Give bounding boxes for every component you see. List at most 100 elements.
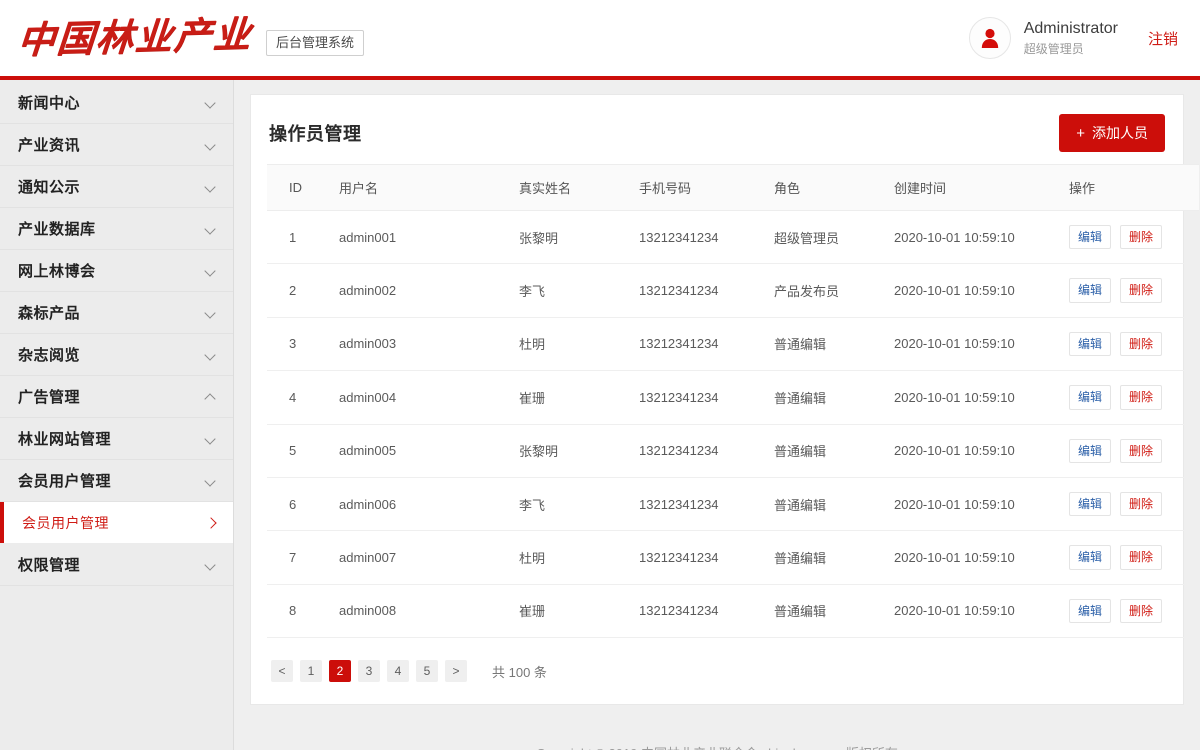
cell-phone: 13212341234 — [639, 424, 774, 478]
sidebar-item-news-center[interactable]: 新闻中心 — [0, 82, 233, 124]
sidebar-item-forestry-site-management[interactable]: 林业网站管理 — [0, 418, 233, 460]
cell-created: 2020-10-01 10:59:10 — [894, 424, 1069, 478]
delete-button[interactable]: 删除 — [1120, 225, 1163, 250]
sidebar-item-label: 新闻中心 — [18, 95, 81, 112]
sidebar-item-label: 会员用户管理 — [22, 514, 109, 531]
edit-button[interactable]: 编辑 — [1069, 331, 1112, 357]
column-header-realname: 真实姓名 — [519, 164, 639, 211]
sidebar-item-industry-news[interactable]: 产业资讯 — [0, 124, 233, 166]
table-row[interactable]: 7 admin007 杜明 13212341234 普通编辑 2020-10-0… — [267, 530, 1199, 585]
delete-button[interactable]: 删除 — [1120, 491, 1163, 517]
delete-button[interactable]: 删除 — [1120, 331, 1163, 357]
sidebar-item-permission-management[interactable]: 权限管理 — [0, 544, 233, 586]
cell-phone: 13212341234 — [639, 210, 774, 265]
cell-actions: 编辑 删除 — [1069, 584, 1199, 639]
sidebar-item-notices[interactable]: 通知公示 — [0, 166, 233, 208]
cell-actions: 编辑 删除 — [1069, 424, 1199, 478]
sidebar-item-forest-products[interactable]: 森标产品 — [0, 292, 233, 334]
sidebar-item-ad-management[interactable]: 广告管理 — [0, 376, 233, 418]
chevron-down-icon — [205, 181, 217, 193]
sidebar-item-online-expo[interactable]: 网上林博会 — [0, 250, 233, 292]
delete-button[interactable]: 删除 — [1120, 385, 1163, 410]
cell-created: 2020-10-01 10:59:10 — [894, 210, 1069, 265]
operator-management-card: 操作员管理 + 添加人员 ID 用户名 真实姓名 手机号码 角色 创建时间 操作 — [250, 94, 1199, 706]
pagination-page-5[interactable]: 5 — [416, 660, 438, 683]
edit-button[interactable]: 编辑 — [1069, 598, 1112, 624]
cell-role: 超级管理员 — [774, 210, 894, 265]
cell-id: 8 — [267, 584, 339, 639]
plus-icon: + — [1076, 124, 1085, 142]
pagination-page-4[interactable]: 4 — [387, 660, 409, 683]
column-header-created: 创建时间 — [894, 164, 1069, 211]
table-row[interactable]: 3 admin003 杜明 13212341234 普通编辑 2020-10-0… — [267, 317, 1199, 372]
sidebar-item-industry-database[interactable]: 产业数据库 — [0, 208, 233, 250]
edit-button[interactable]: 编辑 — [1069, 438, 1112, 463]
delete-button[interactable]: 删除 — [1120, 278, 1163, 303]
sidebar-item-label: 会员用户管理 — [18, 473, 112, 490]
user-block[interactable]: Administrator 超级管理员 — [968, 17, 1118, 59]
card-header: 操作员管理 + 添加人员 — [267, 113, 1167, 153]
edit-button[interactable]: 编辑 — [1069, 385, 1112, 410]
cell-phone: 13212341234 — [639, 584, 774, 639]
edit-button[interactable]: 编辑 — [1069, 225, 1112, 250]
pagination-page-1[interactable]: 1 — [300, 660, 322, 683]
table-row[interactable]: 8 admin008 崔珊 13212341234 普通编辑 2020-10-0… — [267, 584, 1199, 639]
app-header: 中国林业产业 后台管理系统 Administrator 超级管理员 注销 — [0, 0, 1200, 76]
sidebar-item-label: 森标产品 — [18, 305, 81, 322]
edit-button[interactable]: 编辑 — [1069, 545, 1112, 570]
pagination-prev[interactable]: < — [271, 660, 293, 683]
cell-actions: 编辑 删除 — [1069, 477, 1199, 532]
chevron-down-icon — [205, 265, 217, 277]
row-action-group: 编辑 删除 — [1069, 385, 1199, 410]
sidebar-item-label: 产业数据库 — [18, 221, 96, 238]
cell-actions: 编辑 删除 — [1069, 370, 1199, 425]
sidebar-item-label: 网上林博会 — [18, 263, 96, 280]
row-action-group: 编辑 删除 — [1069, 331, 1199, 357]
sidebar-item-member-user-management[interactable]: 会员用户管理 — [0, 460, 233, 502]
column-header-actions: 操作 — [1069, 164, 1199, 211]
cell-realname: 张黎明 — [519, 424, 639, 478]
logout-link[interactable]: 注销 — [1148, 28, 1178, 49]
user-avatar-icon — [981, 28, 998, 48]
sidebar-item-label: 产业资讯 — [18, 137, 81, 154]
cell-username: admin004 — [339, 370, 519, 425]
table-header: ID 用户名 真实姓名 手机号码 角色 创建时间 操作 — [267, 164, 1199, 211]
cell-created: 2020-10-01 10:59:10 — [894, 263, 1069, 318]
edit-button[interactable]: 编辑 — [1069, 491, 1112, 517]
sidebar-subitem-member-user-management-active[interactable]: 会员用户管理 — [0, 502, 233, 544]
row-action-group: 编辑 删除 — [1069, 278, 1199, 303]
table-row[interactable]: 5 admin005 张黎明 13212341234 普通编辑 2020-10-… — [267, 424, 1199, 478]
add-user-button[interactable]: + 添加人员 — [1059, 114, 1165, 152]
pagination-next[interactable]: > — [445, 660, 467, 683]
edit-button[interactable]: 编辑 — [1069, 278, 1112, 303]
table-row[interactable]: 6 admin006 李飞 13212341234 普通编辑 2020-10-0… — [267, 477, 1199, 532]
delete-button[interactable]: 删除 — [1120, 438, 1163, 463]
table-row[interactable]: 1 admin001 张黎明 13212341234 超级管理员 2020-10… — [267, 210, 1199, 265]
chevron-up-icon — [205, 391, 217, 403]
chevron-down-icon — [205, 559, 217, 571]
sidebar-item-magazine[interactable]: 杂志阅览 — [0, 334, 233, 376]
chevron-down-icon — [205, 433, 217, 445]
chevron-down-icon — [205, 97, 217, 109]
cell-role: 普通编辑 — [774, 370, 894, 425]
cell-actions: 编辑 删除 — [1069, 210, 1199, 265]
table-row[interactable]: 4 admin004 崔珊 13212341234 普通编辑 2020-10-0… — [267, 370, 1199, 425]
pagination-page-3[interactable]: 3 — [358, 660, 380, 683]
delete-button[interactable]: 删除 — [1120, 545, 1163, 570]
cell-phone: 13212341234 — [639, 370, 774, 425]
cell-username: admin005 — [339, 424, 519, 478]
sidebar-item-label: 通知公示 — [18, 179, 81, 196]
sidebar-item-label: 权限管理 — [18, 557, 81, 574]
admin-system-badge: 后台管理系统 — [266, 30, 365, 56]
column-header-phone: 手机号码 — [639, 164, 774, 211]
cell-phone: 13212341234 — [639, 477, 774, 532]
cell-username: admin001 — [339, 210, 519, 265]
chevron-down-icon — [205, 475, 217, 487]
body-wrapper: 新闻中心 产业资讯 通知公示 产业数据库 网上林博会 森标产品 杂志阅览 广告管… — [0, 80, 1200, 750]
header-left: 中国林业产业 后台管理系统 — [16, 14, 365, 62]
user-meta: Administrator 超级管理员 — [1024, 19, 1118, 57]
table-row[interactable]: 2 admin002 李飞 13212341234 产品发布员 2020-10-… — [267, 263, 1199, 318]
table-body: 1 admin001 张黎明 13212341234 超级管理员 2020-10… — [267, 210, 1199, 639]
pagination-page-2[interactable]: 2 — [329, 660, 351, 683]
delete-button[interactable]: 删除 — [1120, 598, 1163, 624]
